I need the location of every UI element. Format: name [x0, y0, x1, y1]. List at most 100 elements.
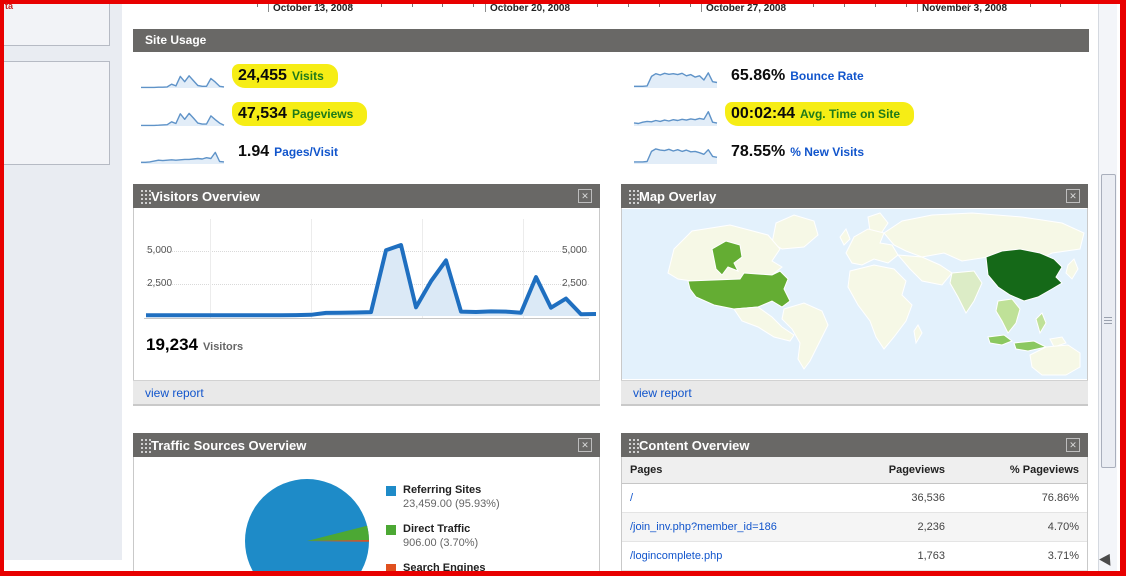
visitors-total: 19,234 Visitors	[146, 335, 244, 354]
highlighted-stat: 24,455 Visits	[232, 64, 338, 88]
tick-mark	[485, 3, 486, 12]
stat-bounce-rate: 65.86% Bounce Rate	[633, 60, 870, 92]
bounce-rate-link[interactable]: Bounce Rate	[790, 69, 863, 83]
tick-mark	[287, 4, 289, 7]
scrollbar-down-button[interactable]	[1099, 553, 1115, 570]
tick-mark	[442, 4, 444, 7]
tick-mark	[268, 3, 269, 12]
timeline-date: October 13, 2008	[268, 3, 353, 14]
tick-mark	[689, 4, 691, 7]
tick-mark	[318, 4, 320, 7]
page-link[interactable]: /logincomplete.php	[622, 541, 819, 571]
drag-handle-icon[interactable]	[629, 190, 631, 192]
panel-title: Traffic Sources Overview	[151, 437, 307, 453]
tick-mark	[905, 4, 907, 7]
panel-title: Map Overlay	[639, 188, 717, 204]
pageviews-link[interactable]: Pageviews	[292, 107, 353, 121]
stat-avg-time: 00:02:44 Avg. Time on Site	[633, 98, 915, 130]
content-overview-panel: Content Overview ✕ Pages Pageviews % Pag…	[621, 433, 1088, 576]
table-row: / 36,536 76.86%	[622, 483, 1087, 513]
visitors-line-chart	[146, 243, 596, 318]
tick-mark	[627, 4, 629, 7]
panel-header[interactable]: Map Overlay ✕	[621, 184, 1088, 208]
timeline-axis: October 13, 2008 October 20, 2008 Octobe…	[122, 0, 1100, 22]
view-report-link[interactable]: view report	[145, 386, 204, 400]
tick-mark	[813, 4, 815, 7]
legend-swatch-search	[386, 564, 396, 574]
avg-time-sparkline	[633, 110, 718, 126]
view-report-link[interactable]: view report	[633, 386, 692, 400]
sidebar-box	[0, 0, 110, 46]
pages-visit-link[interactable]: Pages/Visit	[274, 145, 338, 159]
x-axis-line	[144, 318, 589, 319]
avg-time-link[interactable]: Avg. Time on Site	[800, 107, 900, 121]
tick-mark	[349, 4, 351, 7]
panel-title: Content Overview	[639, 437, 750, 453]
tick-mark	[257, 4, 258, 7]
panel-header[interactable]: Visitors Overview ✕	[133, 184, 600, 208]
panel-header[interactable]: Traffic Sources Overview ✕	[133, 433, 600, 457]
tick-mark	[917, 3, 918, 12]
pageviews-sparkline	[141, 112, 225, 126]
tick-mark	[535, 4, 537, 7]
sidebar-box	[0, 61, 110, 165]
left-sidebar	[0, 0, 122, 560]
traffic-pie-chart	[245, 479, 370, 576]
scrollbar-thumb[interactable]	[1101, 174, 1116, 468]
tick-mark	[936, 4, 938, 7]
timeline-date: October 27, 2008	[701, 3, 786, 14]
panel-footer: view report	[133, 380, 600, 405]
close-icon[interactable]: ✕	[578, 189, 592, 203]
tick-mark	[411, 4, 413, 7]
drag-handle-icon[interactable]	[629, 439, 631, 441]
world-map	[622, 209, 1087, 379]
visits-sparkline	[141, 74, 225, 88]
stat-new-visits: 78.55%% New Visits	[633, 136, 870, 168]
scrollbar[interactable]	[1098, 4, 1117, 571]
table-header-row: Pages Pageviews % Pageviews	[622, 457, 1087, 484]
page-link[interactable]: /	[622, 483, 819, 513]
map-overlay-panel: Map Overlay ✕ view report	[621, 184, 1088, 406]
tick-mark	[1060, 4, 1062, 7]
bounce-rate-sparkline	[634, 71, 718, 88]
legend-item: Search Engines	[386, 562, 500, 574]
visits-link[interactable]: Visits	[292, 69, 324, 83]
tick-mark	[596, 4, 598, 7]
panel-footer: view report	[621, 380, 1088, 405]
close-icon[interactable]: ✕	[1066, 438, 1080, 452]
close-icon[interactable]: ✕	[1066, 189, 1080, 203]
drag-handle-icon[interactable]	[141, 190, 143, 192]
tick-mark	[1029, 4, 1031, 7]
visitors-overview-panel: Visitors Overview ✕ 5,000 5,000 2,500 2,…	[133, 184, 600, 406]
stat-visits: 24,455 Visits	[140, 60, 338, 92]
panel-header[interactable]: Content Overview ✕	[621, 433, 1088, 457]
table-row: /logincomplete.php 1,763 3.71%	[622, 541, 1087, 571]
tick-mark	[701, 3, 702, 12]
stat-pageviews: 47,534 Pageviews	[140, 98, 368, 130]
close-icon[interactable]: ✕	[578, 438, 592, 452]
table-row: /join_inv.php?member_id=186 2,236 4.70%	[622, 512, 1087, 542]
stat-pages-visit: 1.94 Pages/Visit	[140, 136, 344, 168]
new-visits-link[interactable]: % New Visits	[790, 145, 864, 159]
highlighted-stat: 47,534 Pageviews	[232, 102, 368, 126]
scrollbar-grip-icon	[1104, 317, 1112, 325]
timeline-date: October 20, 2008	[485, 3, 570, 14]
tick-mark	[782, 4, 784, 7]
legend-swatch-referring	[386, 486, 396, 496]
legend-item: Direct Traffic 906.00 (3.70%)	[386, 523, 500, 549]
traffic-sources-panel: Traffic Sources Overview ✕ Referring Sit…	[133, 433, 600, 576]
sidebar-red-note: ta	[5, 1, 14, 11]
timeline-date: November 3, 2008	[917, 3, 1007, 14]
tick-mark	[967, 4, 969, 7]
legend-swatch-direct	[386, 525, 396, 535]
tick-mark	[658, 4, 660, 7]
tick-mark	[720, 4, 722, 7]
tick-mark	[380, 4, 382, 7]
content-table: Pages Pageviews % Pageviews / 36,536 76.…	[622, 457, 1087, 571]
drag-handle-icon[interactable]	[141, 439, 143, 441]
tick-mark	[998, 4, 1000, 7]
page-link[interactable]: /join_inv.php?member_id=186	[622, 512, 819, 542]
site-usage-title: Site Usage	[145, 33, 207, 47]
panel-title: Visitors Overview	[151, 188, 260, 204]
tick-mark	[844, 4, 846, 7]
